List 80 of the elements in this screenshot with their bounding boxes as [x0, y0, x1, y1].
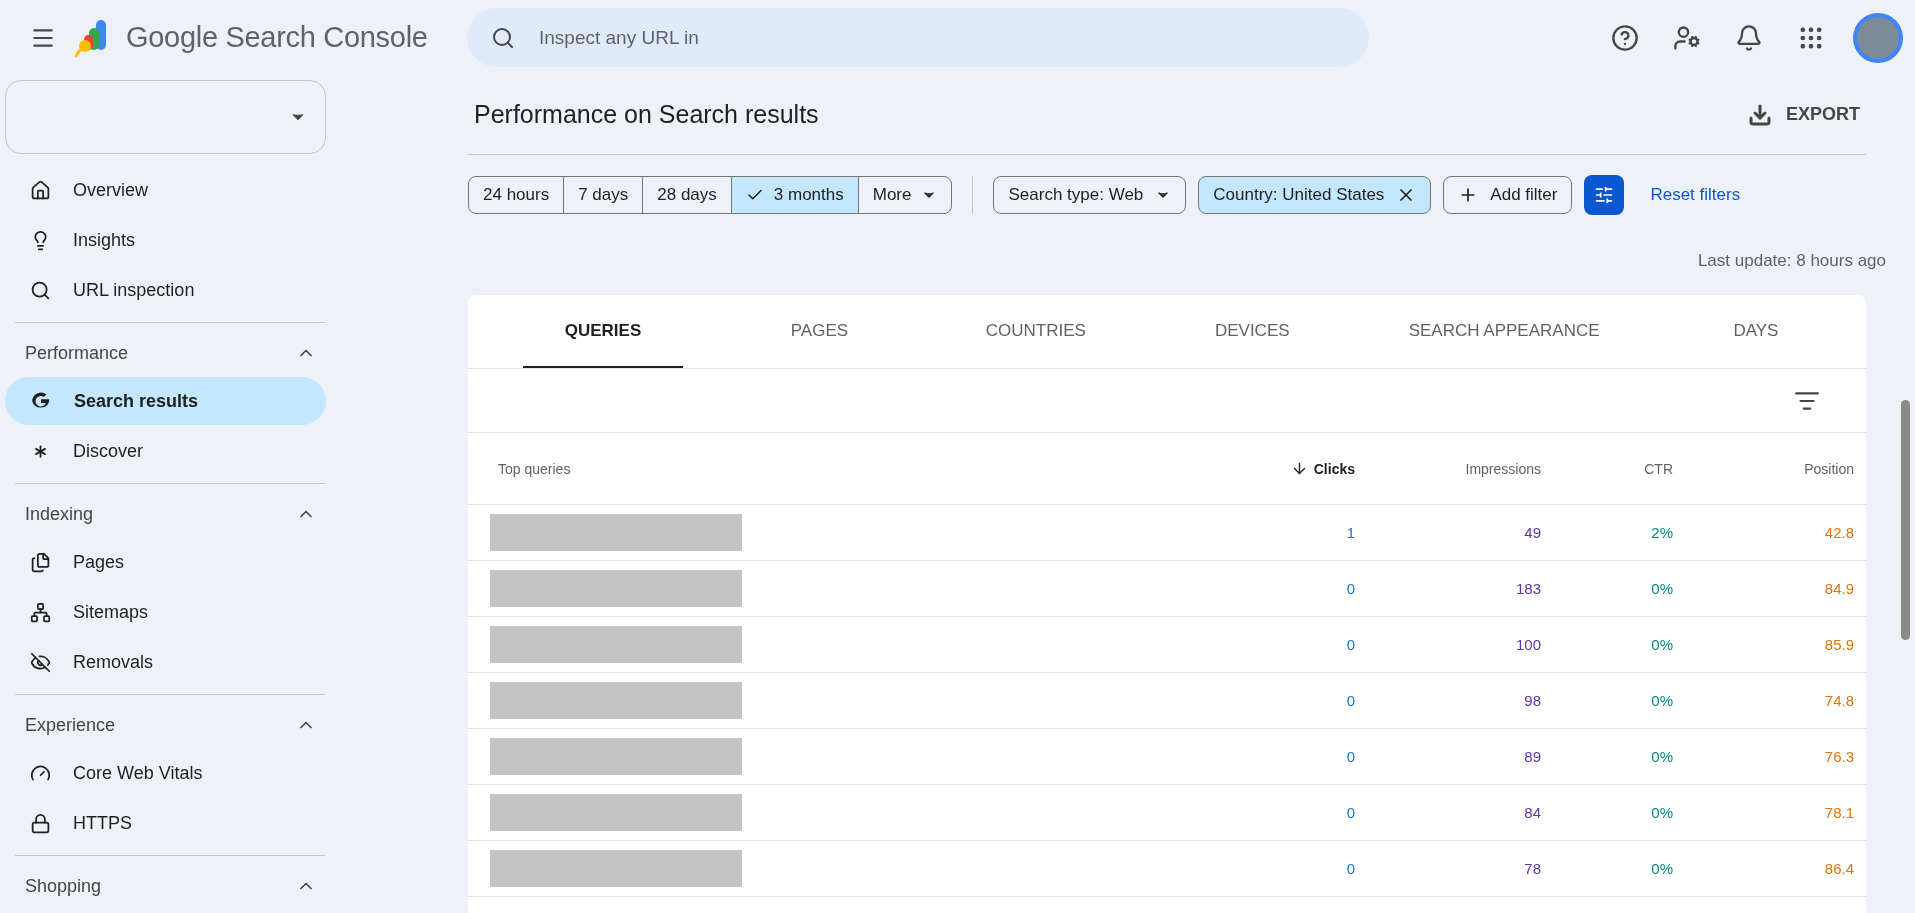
column-header[interactable]: CTR	[1644, 460, 1673, 477]
search-icon	[491, 25, 515, 50]
search-input[interactable]: Inspect any URL in	[537, 25, 1345, 50]
reset-filters-link[interactable]: Reset filters	[1650, 185, 1741, 205]
table-cell: 0%	[1651, 860, 1673, 877]
table-cell: 1	[1346, 524, 1355, 541]
table-cell: 0%	[1651, 748, 1673, 765]
date-range-option[interactable]: More	[858, 177, 952, 213]
column-header[interactable]: Top queries	[468, 460, 571, 477]
nav-item[interactable]: Discover	[5, 427, 326, 475]
date-range-option[interactable]: 7 days	[564, 177, 644, 213]
table-cell: 0%	[1651, 580, 1673, 597]
nav-icon	[30, 812, 51, 834]
tab[interactable]: PAGES	[739, 295, 900, 368]
nav-icon	[30, 179, 51, 201]
table-cell: 0	[1346, 692, 1355, 709]
section-header[interactable]: Indexing	[0, 490, 340, 538]
avatar[interactable]	[1853, 12, 1903, 63]
nav-icon	[30, 601, 51, 623]
table-cell: 85.9	[1824, 636, 1854, 653]
table-cell: 89	[1524, 748, 1541, 765]
table-cell: 49	[1524, 524, 1541, 541]
last-update-text: Last update: 8 hours ago	[1696, 251, 1886, 271]
tab[interactable]: SEARCH APPEARANCE	[1388, 295, 1620, 368]
scrollbar-thumb[interactable]	[1901, 400, 1910, 640]
nav-item[interactable]: HTTPS	[5, 799, 326, 847]
product-name: Google Search Console	[126, 21, 428, 54]
filter-settings-button[interactable]	[1584, 175, 1625, 215]
section-header[interactable]: Experience	[0, 701, 340, 749]
nav-item[interactable]: Sitemaps	[5, 588, 326, 636]
table-cell: 0%	[1651, 636, 1673, 653]
nav-item[interactable]: Pages	[5, 538, 326, 586]
filter-chip[interactable]: Add filter	[1443, 176, 1573, 214]
page-title: Performance on Search results	[474, 100, 819, 129]
filter-chip[interactable]: Country: United States	[1198, 176, 1432, 214]
table-cell: 84.9	[1824, 580, 1854, 597]
table-cell: 98	[1524, 692, 1541, 709]
nav-item[interactable]: URL inspection	[5, 266, 326, 314]
sliders-icon	[1594, 185, 1615, 205]
nav-icon	[30, 551, 51, 573]
nav-item[interactable]: Core Web Vitals	[5, 749, 326, 797]
nav-icon	[30, 279, 51, 301]
table-cell: 0%	[1651, 692, 1673, 709]
tab[interactable]: QUERIES	[523, 295, 683, 368]
table-cell: 42.8	[1824, 524, 1854, 541]
table-cell: 86.4	[1824, 860, 1854, 877]
filter-chip[interactable]: Search type: Web	[993, 176, 1187, 214]
table-cell: 2%	[1651, 524, 1673, 541]
nav-item[interactable]: Removals	[5, 638, 326, 686]
table-cell: 76.3	[1824, 748, 1854, 765]
table-cell: 0	[1346, 580, 1355, 597]
nav-item[interactable]: Insights	[5, 216, 326, 264]
column-header[interactable]: Clicks	[1290, 460, 1355, 477]
table-cell: 78	[1524, 860, 1541, 877]
table-cell: 0	[1346, 860, 1355, 877]
date-range-option[interactable]: 28 days	[643, 177, 732, 213]
table-cell: 78.1	[1824, 804, 1854, 821]
table-cell: 0	[1346, 804, 1355, 821]
nav-icon	[30, 651, 51, 673]
date-range-option[interactable]: 24 hours	[469, 177, 565, 213]
table-cell: 183	[1515, 580, 1541, 597]
nav-item[interactable]: Overview	[5, 166, 326, 214]
section-header[interactable]: Shopping	[0, 862, 340, 910]
search-field[interactable]: Inspect any URL in	[467, 8, 1369, 67]
tab[interactable]: COUNTRIES	[955, 295, 1116, 368]
tab[interactable]: DAYS	[1675, 295, 1836, 368]
nav-item[interactable]: Search results	[5, 377, 326, 425]
table-cell: 0	[1346, 748, 1355, 765]
date-range-option[interactable]: 3 months	[731, 177, 859, 213]
download-icon	[1748, 102, 1772, 127]
export-button[interactable]: EXPORT	[1742, 101, 1866, 128]
table-cell: 84	[1524, 804, 1541, 821]
table-cell: 0	[1346, 636, 1355, 653]
table-cell: 74.8	[1824, 692, 1854, 709]
column-header[interactable]: Impressions	[1465, 460, 1541, 477]
section-header[interactable]: Performance	[0, 329, 340, 377]
tab[interactable]: DEVICES	[1172, 295, 1333, 368]
table-cell: 100	[1515, 636, 1541, 653]
column-header[interactable]: Position	[1804, 460, 1854, 477]
table-cell: 0%	[1651, 804, 1673, 821]
